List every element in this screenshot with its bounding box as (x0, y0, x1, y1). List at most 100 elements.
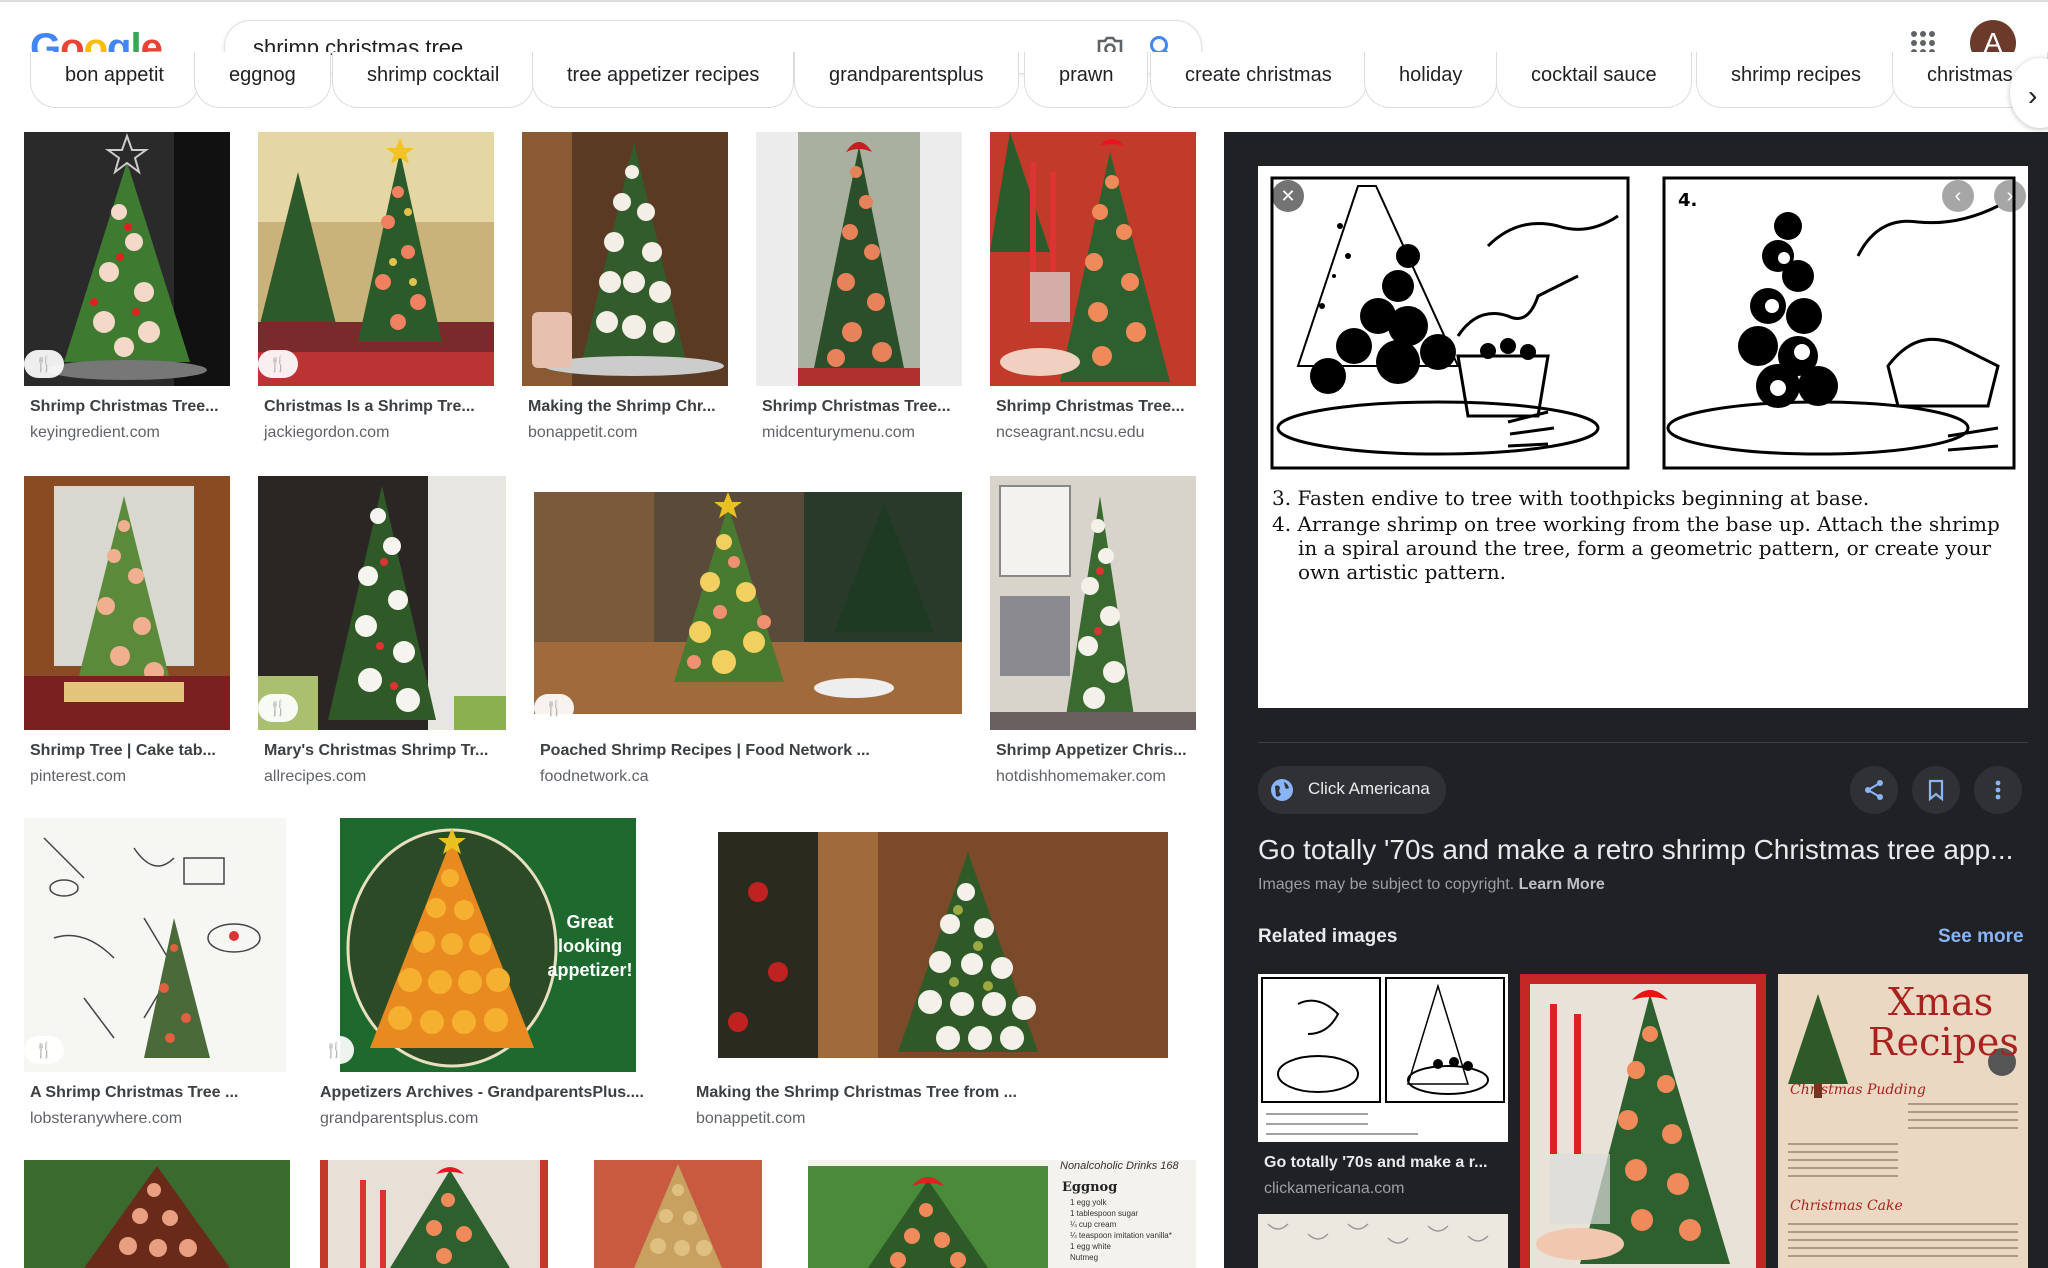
save-button[interactable] (1912, 766, 1960, 814)
close-icon[interactable]: ✕ (1272, 180, 1304, 212)
image-result[interactable]: 🍴 Mary's Christmas Shrimp Tr... allrecip… (258, 476, 506, 796)
chip[interactable]: create christmas (1150, 52, 1367, 108)
chip[interactable]: grandparentsplus (794, 52, 1019, 108)
result-thumbnail (24, 1160, 290, 1268)
related-source[interactable]: clickamericana.com (1264, 1180, 1404, 1198)
result-source[interactable]: jackiegordon.com (264, 424, 389, 442)
share-button[interactable] (1850, 766, 1898, 814)
image-result[interactable]: 🍴 Christmas Is a Shrimp Tre... jackiegor… (258, 132, 494, 452)
drinks-page-header: Nonalcoholic Drinks 168 (1060, 1160, 1179, 1172)
related-image[interactable] (1520, 974, 1766, 1268)
result-title[interactable]: Appetizers Archives - GrandparentsPlus..… (320, 1084, 644, 1102)
result-title[interactable]: A Shrimp Christmas Tree ... (30, 1084, 238, 1102)
globe-icon (1271, 779, 1293, 801)
result-source[interactable]: pinterest.com (30, 768, 126, 786)
more-options-button[interactable] (1974, 766, 2022, 814)
result-source[interactable]: bonappetit.com (696, 1110, 805, 1128)
appetizer-overlay-line2: looking (558, 936, 622, 956)
related-image[interactable] (1258, 974, 1508, 1142)
image-result[interactable]: 🍴 A Shrimp Christmas Tree ... lobsterany… (24, 818, 286, 1138)
eggnog-line: Nutmeg (1070, 1253, 1099, 1262)
chevron-right-icon: › (2028, 80, 2038, 111)
chip[interactable]: shrimp cocktail (332, 52, 535, 108)
preview-image[interactable]: 4. 3. Fasten endive to tree with toothpi… (1258, 166, 2028, 708)
preview-caption: 4. Arrange shrimp on tree working from t… (1272, 512, 2000, 536)
image-result[interactable]: Nonalcoholic Drinks 168 Eggnog 1 egg yol… (808, 1160, 1196, 1268)
image-preview-panel: 4. 3. Fasten endive to tree with toothpi… (1224, 132, 2048, 1268)
chip[interactable]: cocktail sauce (1496, 52, 1692, 108)
result-source[interactable]: foodnetwork.ca (540, 768, 649, 786)
result-source[interactable]: midcenturymenu.com (762, 424, 915, 442)
recipe-badge: 🍴 (314, 1036, 354, 1064)
result-source[interactable]: ncseagrant.ncsu.edu (996, 424, 1145, 442)
recipe-badge: 🍴 (24, 1036, 64, 1064)
result-thumbnail (24, 132, 230, 386)
recipe-badge: 🍴 (24, 350, 64, 378)
result-source[interactable]: bonappetit.com (528, 424, 637, 442)
result-title[interactable]: Poached Shrimp Recipes | Food Network ..… (540, 742, 870, 760)
result-thumbnail (718, 832, 1168, 1058)
image-result[interactable]: 🍴 Shrimp Christmas Tree... keyingredient… (24, 132, 230, 452)
related-image[interactable] (1258, 1214, 1508, 1268)
image-result[interactable]: Making the Shrimp Chr... bonappetit.com (522, 132, 728, 452)
chevron-left-icon[interactable]: ‹ (1942, 180, 1974, 212)
result-thumbnail (320, 1160, 548, 1268)
result-title[interactable]: Shrimp Tree | Cake tab... (30, 742, 216, 760)
image-result[interactable]: Shrimp Christmas Tree... ncseagrant.ncsu… (990, 132, 1196, 452)
eggnog-line: ¼ cup cream (1070, 1220, 1117, 1229)
chevron-right-icon[interactable]: › (1994, 180, 2026, 212)
image-result[interactable] (318, 1160, 550, 1268)
result-thumbnail (990, 132, 1196, 386)
learn-more-link[interactable]: Learn More (1519, 876, 1605, 893)
preview-caption: in a spiral around the tree, form a geom… (1298, 536, 1992, 560)
copyright-text: Images may be subject to copyright. (1258, 876, 1515, 893)
image-result[interactable]: Shrimp Tree | Cake tab... pinterest.com (24, 476, 230, 796)
result-thumbnail (258, 132, 494, 386)
eggnog-title: Eggnog (1062, 1180, 1118, 1195)
chip[interactable]: tree appetizer recipes (532, 52, 795, 108)
related-image[interactable]: Xmas Recipes Christmas Pudding Christmas… (1778, 974, 2028, 1268)
image-result[interactable]: 🍴 Poached Shrimp Recipes | Food Network … (534, 476, 962, 796)
result-title[interactable]: Making the Shrimp Chr... (528, 398, 716, 416)
result-title[interactable]: Mary's Christmas Shrimp Tr... (264, 742, 488, 760)
share-icon (1865, 780, 1883, 800)
recipe-badge: 🍴 (258, 694, 298, 722)
image-result[interactable]: Making the Shrimp Christmas Tree from ..… (690, 818, 1196, 1138)
result-source[interactable]: allrecipes.com (264, 768, 366, 786)
bookmark-icon (1928, 779, 1944, 802)
result-source[interactable]: lobsteranywhere.com (30, 1110, 182, 1128)
chip[interactable]: eggnog (194, 52, 331, 108)
image-result[interactable] (576, 1160, 782, 1268)
xmas-subtitle: Christmas Cake (1790, 1198, 1903, 1214)
related-caption[interactable]: Go totally '70s and make a r... (1264, 1154, 1487, 1172)
see-more-link[interactable]: See more (1938, 926, 2024, 948)
eggnog-line: 1 tablespoon sugar (1070, 1209, 1139, 1218)
image-result[interactable]: Great looking appetizer! 🍴 Appetizers Arch… (314, 818, 662, 1138)
result-thumbnail (258, 476, 506, 730)
result-source[interactable]: keyingredient.com (30, 424, 160, 442)
divider (1258, 742, 2028, 743)
eggnog-line: 1 egg yolk (1070, 1198, 1107, 1207)
chip[interactable]: prawn (1024, 52, 1149, 108)
result-title[interactable]: Making the Shrimp Christmas Tree from ..… (696, 1084, 1017, 1102)
recipe-badge: 🍴 (534, 694, 574, 722)
result-title[interactable]: Shrimp Christmas Tree... (996, 398, 1185, 416)
source-name: Click Americana (1308, 779, 1430, 798)
preview-title[interactable]: Go totally '70s and make a retro shrimp … (1258, 834, 2013, 866)
chip[interactable]: holiday (1364, 52, 1498, 108)
image-result[interactable]: Shrimp Appetizer Chris... hotdishhomemak… (990, 476, 1196, 796)
result-thumbnail (24, 818, 286, 1072)
result-title[interactable]: Christmas Is a Shrimp Tre... (264, 398, 475, 416)
chip[interactable]: shrimp recipes (1696, 52, 1897, 108)
image-result[interactable]: Shrimp Christmas Tree... midcenturymenu.… (756, 132, 962, 452)
result-thumbnail (24, 476, 230, 730)
result-title[interactable]: Shrimp Appetizer Chris... (996, 742, 1187, 760)
result-title[interactable]: Shrimp Christmas Tree... (762, 398, 951, 416)
result-thumbnail (534, 492, 962, 714)
result-source[interactable]: hotdishhomemaker.com (996, 768, 1166, 786)
result-title[interactable]: Shrimp Christmas Tree... (30, 398, 219, 416)
source-chip[interactable]: Click Americana (1258, 766, 1446, 814)
chip[interactable]: bon appetit (30, 52, 199, 108)
image-result[interactable] (24, 1160, 290, 1268)
result-source[interactable]: grandparentsplus.com (320, 1110, 478, 1128)
